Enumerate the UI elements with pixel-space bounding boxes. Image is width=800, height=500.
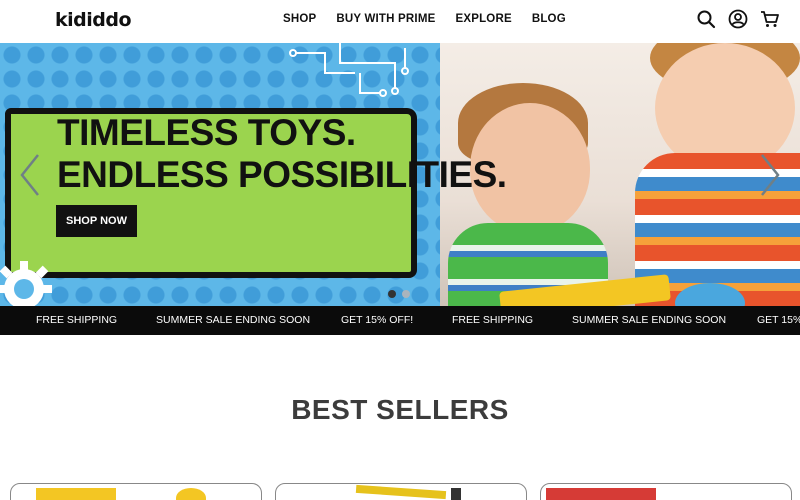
hero-title-line1: TIMELESS TOYS. — [57, 112, 356, 153]
nav-item-explore[interactable]: EXPLORE — [455, 13, 511, 25]
circuit-doodle-icon — [289, 43, 409, 97]
ticker-item: SUMMER SALE ENDING SOON — [156, 314, 311, 326]
brand-logo[interactable]: kididdo — [55, 9, 132, 31]
product-card[interactable] — [540, 483, 792, 500]
product-thumbnail — [355, 484, 447, 500]
nav-item-shop[interactable]: SHOP — [283, 13, 316, 25]
product-thumbnail — [451, 488, 461, 500]
gear-doodle-icon — [0, 261, 52, 306]
best-sellers-title: BEST SELLERS — [291, 394, 509, 425]
header-actions — [696, 9, 780, 29]
product-card[interactable] — [275, 483, 527, 500]
carousel-next-arrow-icon[interactable] — [758, 153, 782, 197]
ticker-item: FREE SHIPPING — [452, 314, 534, 326]
nav-item-buy-with-prime[interactable]: BUY WITH PRIME — [336, 13, 435, 25]
ticker-item: SUMMER SALE ENDING SOON — [572, 314, 727, 326]
carousel-dot-2[interactable] — [402, 290, 410, 298]
search-icon[interactable] — [696, 9, 716, 29]
account-icon[interactable] — [728, 9, 748, 29]
hero-banner: TIMELESS TOYS. ENDLESS POSSIBILITIES. SH… — [0, 43, 800, 306]
ticker-item: FREE SHIPPING — [36, 314, 118, 326]
promo-ticker: FREE SHIPPING SUMMER SALE ENDING SOON GE… — [0, 306, 800, 335]
product-thumbnail — [176, 488, 206, 500]
cart-icon[interactable] — [760, 9, 780, 29]
product-thumbnail — [36, 488, 116, 500]
hero-title-line2: ENDLESS POSSIBILITIES. — [57, 154, 507, 195]
ticker-item: GET 15% — [757, 314, 800, 326]
hero-title: TIMELESS TOYS. ENDLESS POSSIBILITIES. — [57, 112, 507, 196]
carousel-prev-arrow-icon[interactable] — [18, 153, 42, 197]
logo-text: kididdo — [55, 9, 132, 31]
nav-item-blog[interactable]: BLOG — [532, 13, 566, 25]
site-header: kididdo SHOP BUY WITH PRIME EXPLORE BLOG — [0, 0, 800, 43]
ticker-item: GET 15% OFF! — [341, 314, 414, 326]
main-nav: SHOP BUY WITH PRIME EXPLORE BLOG — [283, 13, 566, 25]
carousel-dots — [388, 290, 410, 298]
carousel-dot-1[interactable] — [388, 290, 396, 298]
product-card[interactable] — [10, 483, 262, 500]
product-thumbnail — [546, 488, 656, 500]
shop-now-button[interactable]: SHOP NOW — [56, 205, 137, 237]
